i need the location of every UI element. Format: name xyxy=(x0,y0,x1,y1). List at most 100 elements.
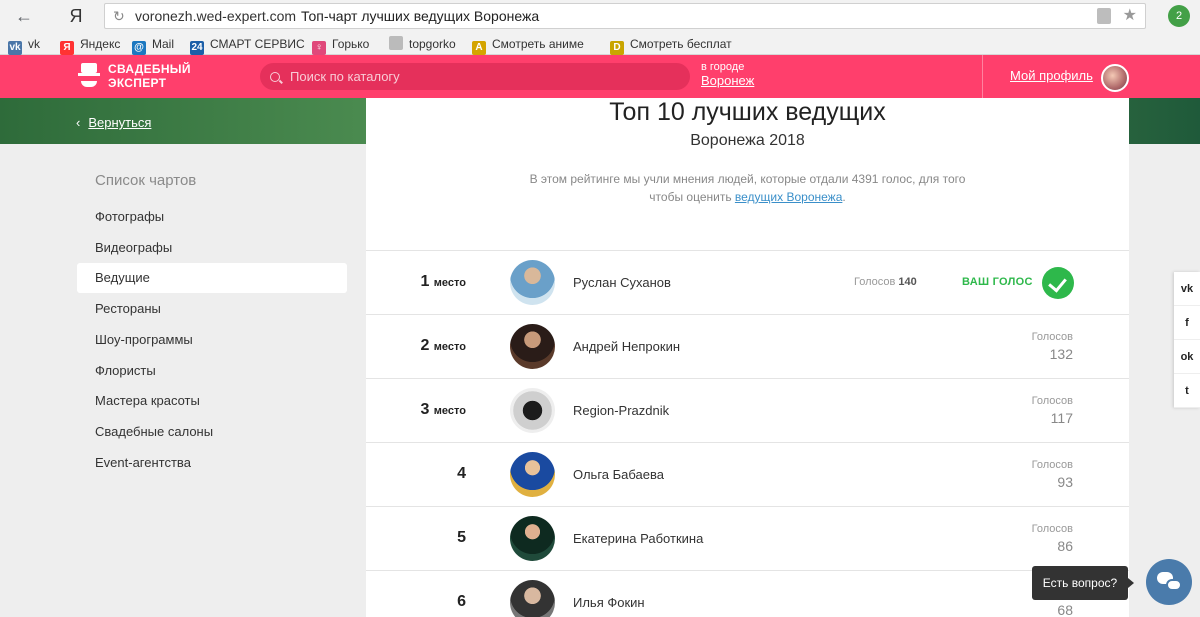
yandex-icon[interactable]: Я xyxy=(62,4,90,28)
bookmark-item[interactable]: ♀ Горько xyxy=(312,36,369,55)
sidebar-item[interactable]: Рестораны xyxy=(77,294,347,324)
description-link[interactable]: ведущих Воронежа xyxy=(735,190,842,204)
sidebar-item[interactable]: Видеографы xyxy=(77,233,347,263)
vk-icon: vk xyxy=(8,41,22,55)
header-divider xyxy=(982,55,983,98)
chart-card: Топ 10 лучших ведущих Воронежа 2018 В эт… xyxy=(366,98,1129,617)
votes-label: Голосов xyxy=(1031,523,1073,535)
city-selector[interactable]: в городе Воронеж xyxy=(701,61,754,89)
address-bar[interactable]: ↻ voronezh.wed-expert.com Топ-чарт лучши… xyxy=(104,3,1146,29)
votes-label: Голосов xyxy=(1031,459,1073,471)
rank-number: 5 xyxy=(406,529,466,547)
rank-number: 4 xyxy=(406,465,466,483)
chevron-left-icon: ‹ xyxy=(76,115,81,130)
votes-label: Голосов xyxy=(854,276,896,288)
browser-toolbar: ← Я ↻ voronezh.wed-expert.com Топ-чарт л… xyxy=(0,0,1200,33)
bookmark-item[interactable]: A Смотреть аниме xyxy=(472,36,584,55)
avatar[interactable] xyxy=(510,452,555,497)
bookmark-label: Яндекс xyxy=(80,37,121,51)
facebook-icon[interactable]: f xyxy=(1174,306,1200,340)
bookmarks-bar: vk vk Я Яндекс @ Mail 24 СМАРТ СЕРВИС ♀ Горько top… xyxy=(0,33,1200,55)
vk-icon[interactable]: vk xyxy=(1174,272,1200,306)
entry-name[interactable]: Руслан Суханов xyxy=(573,275,671,290)
chart-description: В этом рейтинге мы учли мнения людей, ко… xyxy=(516,170,979,206)
rank-number: 3 место xyxy=(406,401,466,419)
page-subtitle: Воронежа 2018 xyxy=(690,132,805,149)
site-logo[interactable]: СВАДЕБНЫЙ ЭКСПЕРТ xyxy=(78,61,208,93)
back-link-label[interactable]: Вернуться xyxy=(88,115,151,130)
bookmark-item[interactable]: vk vk xyxy=(8,36,40,55)
sidebar-item[interactable]: Ведущие xyxy=(77,263,347,293)
anime-icon: A xyxy=(472,41,486,55)
rank-place-word: место xyxy=(433,405,466,417)
checkmark-icon[interactable] xyxy=(1042,267,1074,299)
vote-count: Голосов 117 xyxy=(1032,395,1073,426)
sidebar-item[interactable]: Шоу-программы xyxy=(77,325,347,355)
bookmark-star-icon[interactable]: ★ xyxy=(1123,4,1137,28)
sidebar-item[interactable]: Мастера красоты xyxy=(77,386,347,416)
reload-icon[interactable]: ↻ xyxy=(113,4,125,28)
tv24-icon: 24 xyxy=(190,41,204,55)
search-input[interactable]: Поиск по каталогу xyxy=(260,63,690,90)
list-item[interactable]: 1 место Руслан Суханов Голосов 140 ВАШ ГОЛО… xyxy=(366,250,1129,314)
list-item[interactable]: 2 место Андрей Непрокин Голосов 132 xyxy=(366,314,1129,378)
list-item[interactable]: 5 Екатерина Работкина Голосов 86 xyxy=(366,506,1129,570)
sidebar-item[interactable]: Фотографы xyxy=(77,202,347,232)
bookmark-label: СМАРТ СЕРВИС xyxy=(210,37,305,51)
vote-count: Голосов 93 xyxy=(1032,459,1073,490)
bookmark-item[interactable]: D Смотреть бесплат xyxy=(610,36,732,55)
avatar[interactable] xyxy=(510,516,555,561)
extension-shield-icon[interactable]: 2 xyxy=(1168,5,1190,27)
entry-name[interactable]: Ольга Бабаева xyxy=(573,467,664,482)
rank-value: 5 xyxy=(457,529,466,546)
document-icon xyxy=(389,36,403,50)
bookmark-item[interactable]: 24 СМАРТ СЕРВИС xyxy=(190,36,305,55)
rank-place-word: место xyxy=(433,277,466,289)
chat-tooltip: Есть вопрос? xyxy=(1032,566,1134,600)
sidebar-title: Список чартов xyxy=(95,172,197,189)
rank-value: 6 xyxy=(457,593,466,610)
logo-line-1: СВАДЕБНЫЙ xyxy=(108,62,191,76)
url-page-title: Топ-чарт лучших ведущих Воронежа xyxy=(301,8,540,24)
avatar[interactable] xyxy=(510,580,555,617)
city-value[interactable]: Воронеж xyxy=(701,73,754,89)
bookmark-label: Mail xyxy=(152,37,175,51)
sidebar-item[interactable]: Флористы xyxy=(77,356,347,386)
list-item[interactable]: 6Илья ФокинГолосов68 xyxy=(366,570,1129,617)
entry-name[interactable]: Илья Фокин xyxy=(573,595,645,610)
search-placeholder: Поиск по каталогу xyxy=(290,69,400,84)
your-vote-label: ВАШ ГОЛОС xyxy=(962,276,1033,288)
mail-icon: @ xyxy=(132,41,146,55)
odnoklassniki-icon[interactable]: ok xyxy=(1174,340,1200,374)
sidebar-item[interactable]: Свадебные салоны xyxy=(77,417,347,447)
entry-name[interactable]: Region-Prazdnik xyxy=(573,403,669,418)
page-action-icon[interactable] xyxy=(1097,8,1111,24)
votes-value: 132 xyxy=(1049,346,1073,362)
vote-count: Голосов 132 xyxy=(1032,331,1073,362)
search-icon xyxy=(270,72,280,82)
avatar[interactable] xyxy=(510,388,555,433)
entry-name[interactable]: Андрей Непрокин xyxy=(573,339,680,354)
votes-value: 68 xyxy=(1057,602,1073,617)
list-item[interactable]: 4 Ольга Бабаева Голосов 93 xyxy=(366,442,1129,506)
avatar[interactable] xyxy=(1101,64,1129,92)
url-domain: voronezh.wed-expert.com xyxy=(135,8,297,24)
sidebar-item[interactable]: Event-агентства xyxy=(77,448,347,478)
chat-button[interactable] xyxy=(1146,559,1192,605)
twitter-icon[interactable]: t xyxy=(1174,374,1200,408)
bookmark-label: Смотреть аниме xyxy=(492,37,584,51)
bookmark-label: topgorko xyxy=(409,37,456,51)
back-link[interactable]: ‹ Вернуться xyxy=(76,115,151,130)
rank-number: 1 место xyxy=(406,273,466,291)
bookmark-item[interactable]: @ Mail xyxy=(132,36,175,55)
avatar[interactable] xyxy=(510,324,555,369)
list-item[interactable]: 3 место Region-Prazdnik Голосов 117 xyxy=(366,378,1129,442)
bookmark-item[interactable]: topgorko xyxy=(389,36,456,52)
avatar[interactable] xyxy=(510,260,555,305)
entry-name[interactable]: Екатерина Работкина xyxy=(573,531,703,546)
yandex-icon: Я xyxy=(60,41,74,55)
my-profile-link[interactable]: Мой профиль xyxy=(1010,68,1093,83)
bookmark-item[interactable]: Я Яндекс xyxy=(60,36,121,55)
back-arrow-icon[interactable]: ← xyxy=(10,4,38,28)
gorko-icon: ♀ xyxy=(312,41,326,55)
